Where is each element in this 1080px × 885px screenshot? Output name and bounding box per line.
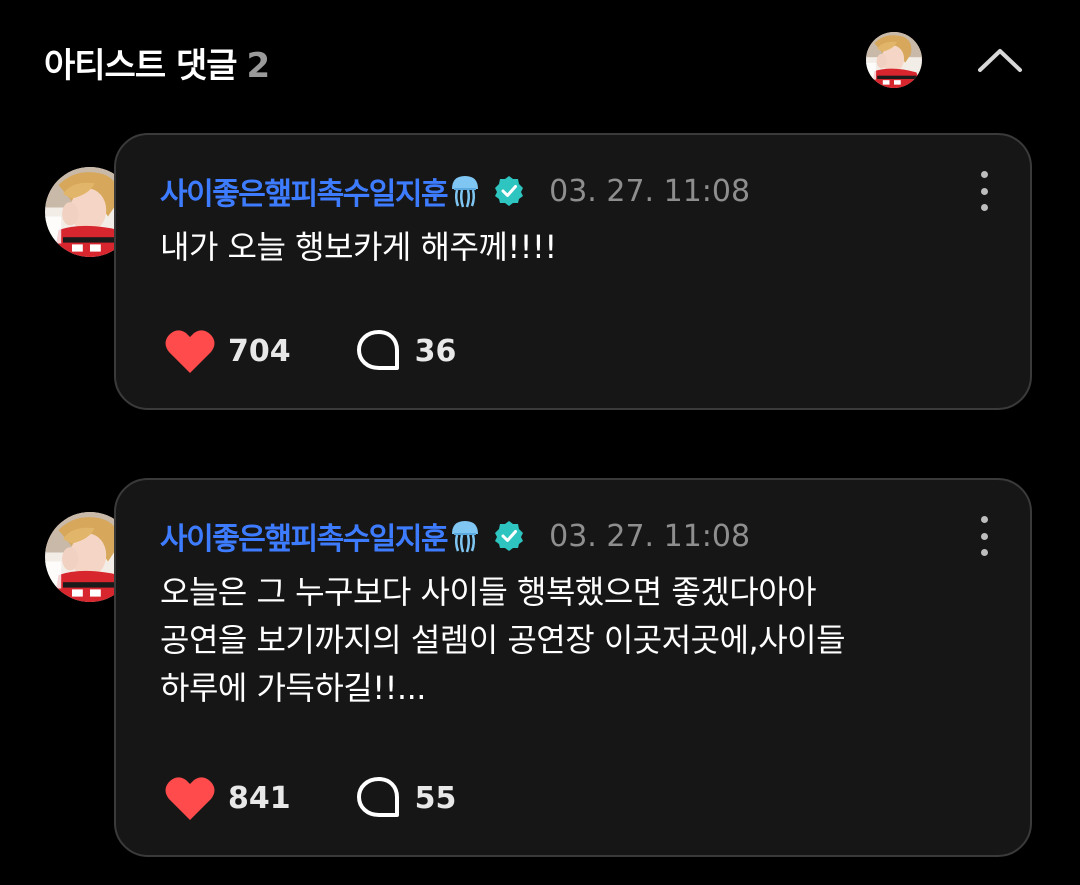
- artist-avatar[interactable]: [866, 32, 922, 88]
- comment-timestamp: 03. 27. 11:08: [549, 173, 751, 209]
- more-dot: [980, 532, 988, 540]
- comment-line: 공연을 보기까지의 설렘이 공연장 이곳저곳에,사이들: [160, 621, 846, 659]
- speech-bubble-icon: [356, 330, 399, 370]
- comment-meta: 사이좋은햎피촉수일지훈 03. 27. 11:08: [160, 514, 750, 558]
- author-name[interactable]: 사이좋은햎피촉수일지훈: [160, 514, 449, 558]
- more-dot: [980, 204, 988, 211]
- more-dot: [980, 187, 988, 195]
- heart-icon: [165, 777, 215, 820]
- comment-line: 하루에 가득하길!!...: [160, 669, 426, 707]
- like-count: 704: [228, 333, 291, 369]
- more-dot: [980, 549, 988, 556]
- reply-count: 36: [414, 333, 457, 369]
- comment-body: 내가 오늘 행보카게 해주께!!!!: [160, 223, 980, 271]
- reply-button[interactable]: 36: [355, 328, 457, 374]
- comment-timestamp: 03. 27. 11:08: [549, 518, 751, 554]
- verified-badge-icon: [495, 521, 524, 551]
- comment-body: 오늘은 그 누구보다 사이들 행복했으면 좋겠다아아 공연을 보기까지의 설렘이…: [160, 568, 980, 712]
- speech-bubble-icon: [356, 777, 399, 817]
- comment-bubble: 사이좋은햎피촉수일지훈 03. 27. 11:08 내가 오늘 행보카게 해주께…: [114, 133, 1032, 410]
- comment-line: 오늘은 그 누구보다 사이들 행복했으면 좋겠다아아: [160, 573, 817, 611]
- comment-actions: 704 36: [164, 327, 456, 375]
- chevron-up-icon: [978, 49, 1022, 72]
- comment-meta: 사이좋은햎피촉수일지훈 03. 27. 11:08: [160, 169, 750, 213]
- like-button[interactable]: 841: [164, 774, 291, 822]
- jellyfish-icon: [452, 521, 479, 553]
- section-title-text: 아티스트 댓글: [44, 46, 238, 86]
- more-dot: [980, 171, 988, 178]
- like-count: 841: [228, 780, 291, 816]
- author-name[interactable]: 사이좋은햎피촉수일지훈: [160, 169, 449, 213]
- artist-comments-header: 아티스트 댓글 2: [0, 0, 1080, 120]
- collapse-button[interactable]: [974, 36, 1026, 84]
- more-options-button[interactable]: [974, 171, 994, 211]
- more-options-button[interactable]: [974, 516, 994, 556]
- jellyfish-icon: [452, 176, 479, 208]
- comment-actions: 841 55: [164, 774, 456, 822]
- comment-line: 내가 오늘 행보카게 해주께!!!!: [160, 228, 557, 266]
- reply-count: 55: [414, 780, 457, 816]
- like-button[interactable]: 704: [164, 327, 291, 375]
- comment-count: 2: [246, 46, 271, 86]
- verified-badge-icon: [495, 176, 524, 206]
- comment-bubble: 사이좋은햎피촉수일지훈 03. 27. 11:08 오늘은 그 누구보다 사이들…: [114, 478, 1032, 857]
- reply-button[interactable]: 55: [355, 775, 457, 821]
- heart-icon: [165, 330, 215, 373]
- section-title: 아티스트 댓글 2: [44, 38, 271, 87]
- more-dot: [980, 516, 988, 523]
